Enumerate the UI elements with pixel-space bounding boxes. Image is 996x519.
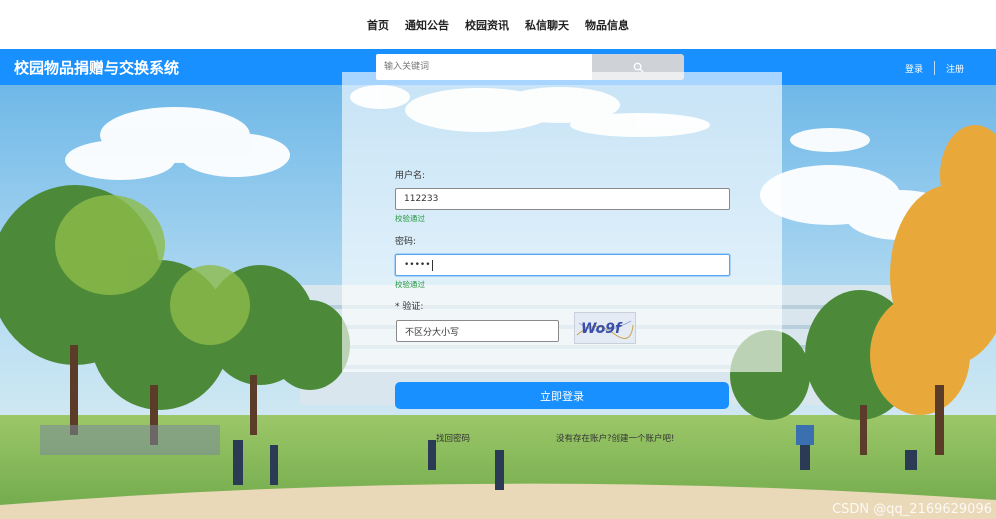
username-field[interactable]: 112233 xyxy=(395,188,730,210)
top-nav: 首页 通知公告 校园资讯 私信聊天 物品信息 xyxy=(0,0,996,49)
username-valid-text: 校验通过 xyxy=(395,214,425,223)
search-icon xyxy=(633,62,644,73)
captcha-image[interactable]: Wo9f xyxy=(574,312,636,344)
site-title: 校园物品捐赠与交换系统 xyxy=(14,59,180,77)
forgot-password-link[interactable]: 找回密码 xyxy=(436,432,470,444)
login-button[interactable]: 立即登录 xyxy=(395,382,729,409)
nav-notices[interactable]: 通知公告 xyxy=(405,17,449,33)
register-link[interactable]: 注册 xyxy=(946,62,964,75)
password-value: ••••• xyxy=(404,260,431,270)
captcha-field[interactable]: 不区分大小写 xyxy=(396,320,559,342)
nav-home[interactable]: 首页 xyxy=(367,17,389,33)
username-label: 用户名: xyxy=(395,171,426,181)
captcha-label: * 验证: xyxy=(395,302,424,312)
captcha-graphic: Wo9f xyxy=(575,313,635,343)
watermark: CSDN @qq_2169629096 xyxy=(832,502,992,517)
nav-item-info[interactable]: 物品信息 xyxy=(585,17,629,33)
auth-links: 登录 注册 xyxy=(905,61,964,75)
signup-link[interactable]: 没有存在账户?创建一个账户吧! xyxy=(556,432,674,444)
divider xyxy=(933,61,935,75)
login-link[interactable]: 登录 xyxy=(905,62,923,75)
nav-campus-news[interactable]: 校园资讯 xyxy=(465,17,509,33)
password-label: 密码: xyxy=(395,237,417,247)
text-cursor xyxy=(431,259,433,271)
nav-private-chat[interactable]: 私信聊天 xyxy=(525,17,569,33)
password-valid-text: 校验通过 xyxy=(395,280,425,289)
captcha-text: Wo9f xyxy=(581,321,623,337)
password-field[interactable]: ••••• xyxy=(395,254,730,276)
